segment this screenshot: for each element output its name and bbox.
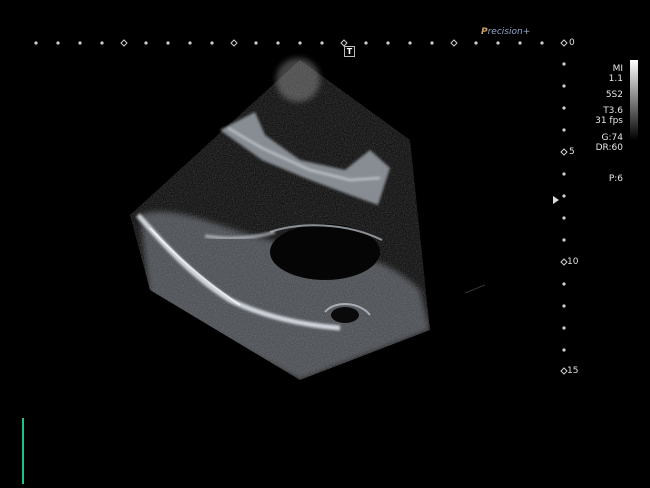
lateral-scale: [34, 39, 544, 47]
dynamic-range: DR:60: [595, 143, 623, 153]
brand-rest: recision: [487, 27, 523, 37]
ecg-trace: [22, 418, 24, 484]
vessel: [331, 307, 359, 323]
gain-value: G:74: [601, 133, 623, 143]
brand-logo: Precision+: [481, 27, 530, 37]
thermal-index: T3.6: [603, 106, 623, 116]
grayscale-bar: [630, 60, 638, 140]
depth-scale: [560, 39, 568, 375]
depth-label-0: 0: [569, 38, 575, 48]
brand-prefix: P: [481, 27, 488, 37]
param-panel: MI 1.1 5S2 T3.6 31 fps G:74 DR:60 P:6: [595, 64, 623, 184]
focus-marker-icon: [553, 196, 559, 204]
tissue-region: [130, 60, 430, 380]
preset-value: P:6: [608, 174, 623, 184]
mi-label: MI: [612, 64, 623, 74]
depth-label-15: 15: [567, 366, 579, 376]
depth-label-5: 5: [569, 147, 575, 157]
mi-value: 1.1: [608, 74, 623, 84]
frame-rate: 31 fps: [595, 116, 623, 126]
ultrasound-image: [34, 39, 568, 380]
transducer-marker: T: [344, 46, 355, 57]
brand-suffix: +: [522, 27, 531, 37]
depth-label-10: 10: [567, 257, 579, 267]
ultrasound-screen: Precision+ T 0 5 10 15 MI 1.1 5S2 T3.6 3…: [0, 0, 650, 488]
probe-name: 5S2: [605, 90, 623, 100]
